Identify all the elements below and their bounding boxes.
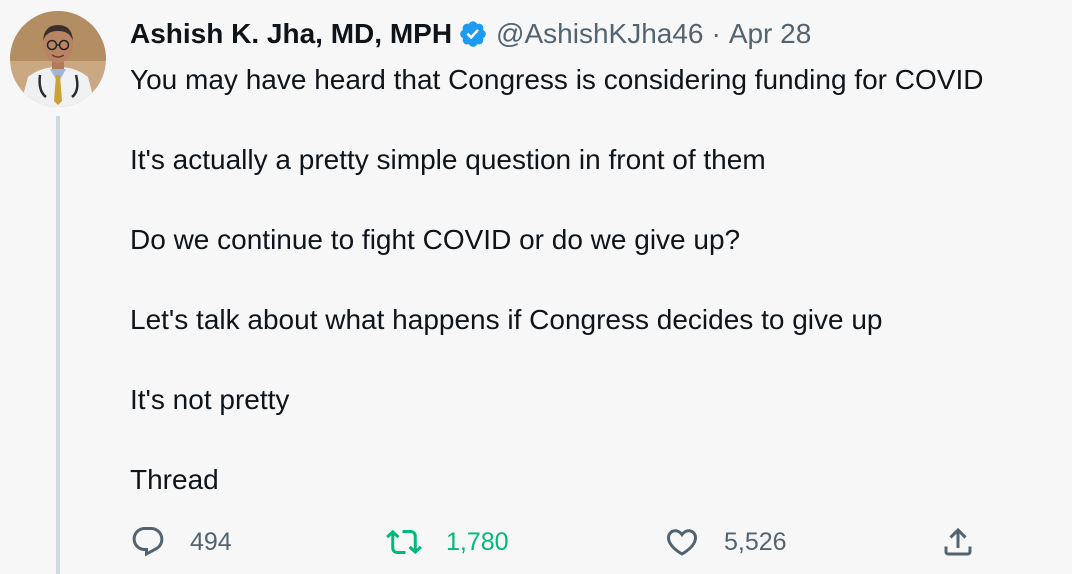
author-handle[interactable]: @AshishKJha46 [496,18,703,50]
reply-button[interactable]: 494 [130,520,232,564]
tweet-body: You may have heard that Congress is cons… [130,60,1060,540]
tweet-paragraph: You may have heard that Congress is cons… [130,64,984,95]
tweet-paragraph: It's not pretty [130,384,290,415]
tweet-paragraph: It's actually a pretty simple question i… [130,144,766,175]
retweet-count: 1,780 [446,527,509,556]
avatar[interactable] [10,11,106,107]
reply-icon [130,524,166,560]
tweet-paragraph: Thread [130,464,219,495]
verified-badge-icon [458,19,488,49]
retweet-button[interactable]: 1,780 [386,520,509,564]
tweet-paragraph: Do we continue to fight COVID or do we g… [130,224,741,255]
retweet-icon [386,524,422,560]
like-count: 5,526 [724,527,787,556]
tweet[interactable]: Ashish K. Jha, MD, MPH @AshishKJha46 · A… [0,0,1072,574]
tweet-header: Ashish K. Jha, MD, MPH @AshishKJha46 · A… [130,14,811,54]
header-separator: · [711,18,721,49]
share-icon [940,524,976,560]
reply-count: 494 [190,527,232,556]
tweet-date[interactable]: Apr 28 [729,18,812,50]
heart-icon [664,524,700,560]
avatar-photo [10,11,106,107]
thread-line [56,116,60,574]
tweet-paragraph: Let's talk about what happens if Congres… [130,304,883,335]
tweet-actions: 494 1,780 5,526 [130,520,990,564]
like-button[interactable]: 5,526 [664,520,787,564]
share-button[interactable] [940,520,976,564]
author-display-name[interactable]: Ashish K. Jha, MD, MPH [130,18,452,50]
